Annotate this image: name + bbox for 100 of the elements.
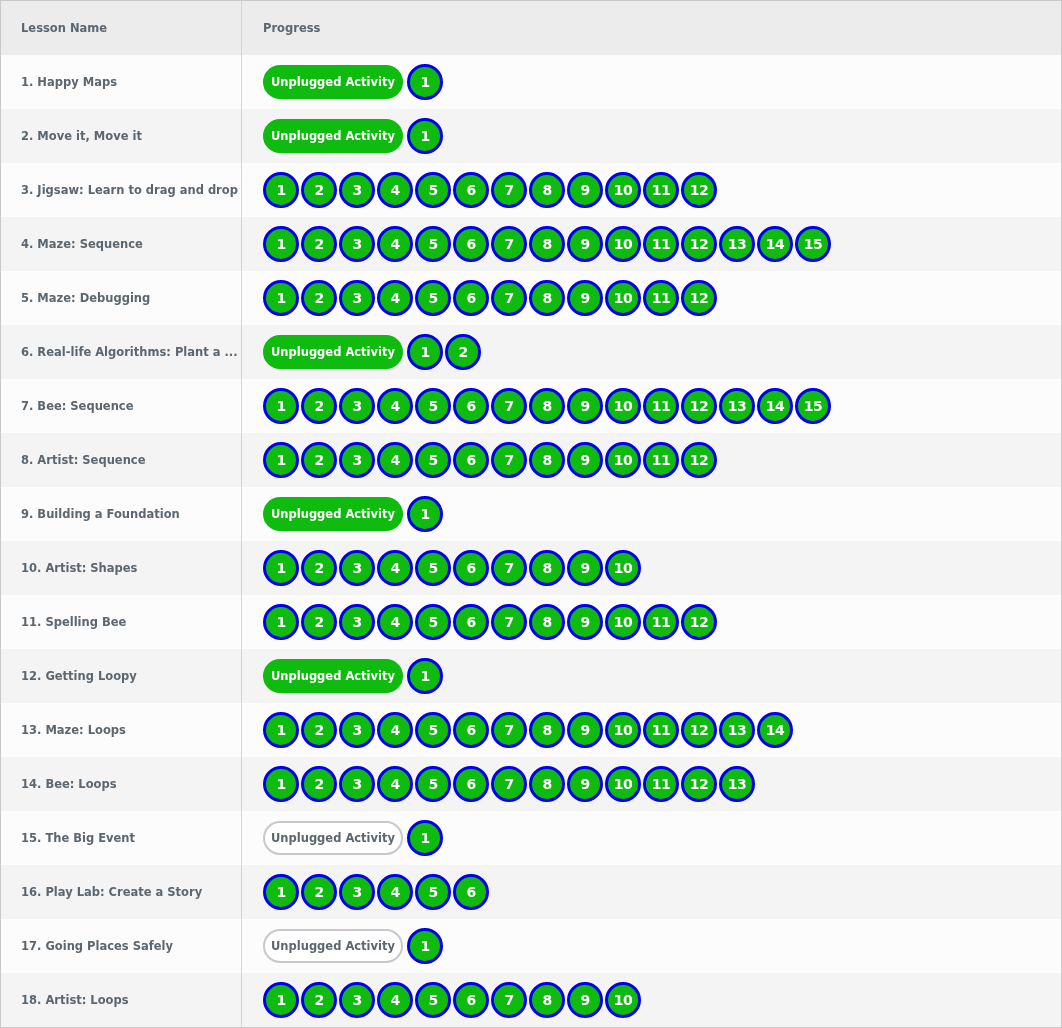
level-bubble[interactable]: 6 [453,172,489,208]
level-bubble[interactable]: 8 [529,388,565,424]
level-bubble[interactable]: 12 [681,172,717,208]
level-bubble[interactable]: 4 [377,766,413,802]
level-bubble[interactable]: 4 [377,280,413,316]
level-bubble[interactable]: 6 [453,388,489,424]
level-bubble[interactable]: 12 [681,388,717,424]
level-bubble[interactable]: 13 [719,712,755,748]
level-bubble[interactable]: 2 [301,712,337,748]
level-bubble[interactable]: 1 [263,280,299,316]
level-bubble[interactable]: 2 [301,550,337,586]
level-bubble[interactable]: 1 [407,496,443,532]
level-bubble[interactable]: 1 [263,982,299,1018]
level-bubble[interactable]: 5 [415,874,451,910]
level-bubble[interactable]: 4 [377,388,413,424]
level-bubble[interactable]: 10 [605,982,641,1018]
level-bubble[interactable]: 11 [643,442,679,478]
level-bubble[interactable]: 7 [491,766,527,802]
level-bubble[interactable]: 7 [491,550,527,586]
level-bubble[interactable]: 8 [529,766,565,802]
level-bubble[interactable]: 11 [643,280,679,316]
level-bubble[interactable]: 4 [377,712,413,748]
level-bubble[interactable]: 10 [605,280,641,316]
level-bubble[interactable]: 2 [301,766,337,802]
level-bubble[interactable]: 8 [529,172,565,208]
level-bubble[interactable]: 12 [681,442,717,478]
level-bubble[interactable]: 10 [605,766,641,802]
level-bubble[interactable]: 14 [757,226,793,262]
level-bubble[interactable]: 13 [719,388,755,424]
level-bubble[interactable]: 7 [491,982,527,1018]
level-bubble[interactable]: 5 [415,550,451,586]
level-bubble[interactable]: 4 [377,550,413,586]
level-bubble[interactable]: 9 [567,226,603,262]
level-bubble[interactable]: 1 [263,172,299,208]
level-bubble[interactable]: 4 [377,442,413,478]
level-bubble[interactable]: 10 [605,712,641,748]
level-bubble[interactable]: 3 [339,874,375,910]
level-bubble[interactable]: 9 [567,982,603,1018]
level-bubble[interactable]: 7 [491,604,527,640]
level-bubble[interactable]: 1 [407,820,443,856]
level-bubble[interactable]: 8 [529,604,565,640]
level-bubble[interactable]: 3 [339,766,375,802]
level-bubble[interactable]: 5 [415,280,451,316]
level-bubble[interactable]: 6 [453,280,489,316]
level-bubble[interactable]: 6 [453,766,489,802]
level-bubble[interactable]: 8 [529,442,565,478]
level-bubble[interactable]: 6 [453,712,489,748]
level-bubble[interactable]: 2 [445,334,481,370]
level-bubble[interactable]: 6 [453,550,489,586]
level-bubble[interactable]: 11 [643,766,679,802]
level-bubble[interactable]: 6 [453,604,489,640]
level-bubble[interactable]: 3 [339,280,375,316]
level-bubble[interactable]: 9 [567,766,603,802]
level-bubble[interactable]: 4 [377,604,413,640]
level-bubble[interactable]: 14 [757,388,793,424]
level-bubble[interactable]: 4 [377,226,413,262]
level-bubble[interactable]: 2 [301,226,337,262]
level-bubble[interactable]: 1 [407,334,443,370]
level-bubble[interactable]: 2 [301,982,337,1018]
level-bubble[interactable]: 12 [681,226,717,262]
level-bubble[interactable]: 6 [453,982,489,1018]
level-bubble[interactable]: 8 [529,226,565,262]
level-bubble[interactable]: 7 [491,226,527,262]
level-bubble[interactable]: 1 [263,226,299,262]
level-bubble[interactable]: 8 [529,712,565,748]
level-bubble[interactable]: 7 [491,712,527,748]
level-bubble[interactable]: 5 [415,766,451,802]
level-bubble[interactable]: 10 [605,226,641,262]
unplugged-activity-badge[interactable]: Unplugged Activity [263,497,403,531]
level-bubble[interactable]: 4 [377,874,413,910]
level-bubble[interactable]: 10 [605,442,641,478]
level-bubble[interactable]: 12 [681,766,717,802]
level-bubble[interactable]: 1 [263,388,299,424]
level-bubble[interactable]: 7 [491,280,527,316]
level-bubble[interactable]: 7 [491,442,527,478]
level-bubble[interactable]: 12 [681,280,717,316]
level-bubble[interactable]: 3 [339,172,375,208]
level-bubble[interactable]: 5 [415,172,451,208]
level-bubble[interactable]: 2 [301,604,337,640]
level-bubble[interactable]: 9 [567,442,603,478]
level-bubble[interactable]: 4 [377,172,413,208]
unplugged-activity-badge[interactable]: Unplugged Activity [263,119,403,153]
level-bubble[interactable]: 11 [643,226,679,262]
level-bubble[interactable]: 3 [339,226,375,262]
level-bubble[interactable]: 8 [529,280,565,316]
level-bubble[interactable]: 1 [407,928,443,964]
level-bubble[interactable]: 5 [415,604,451,640]
level-bubble[interactable]: 3 [339,388,375,424]
level-bubble[interactable]: 13 [719,226,755,262]
level-bubble[interactable]: 4 [377,982,413,1018]
level-bubble[interactable]: 8 [529,550,565,586]
level-bubble[interactable]: 9 [567,172,603,208]
level-bubble[interactable]: 15 [795,226,831,262]
level-bubble[interactable]: 2 [301,280,337,316]
level-bubble[interactable]: 5 [415,442,451,478]
level-bubble[interactable]: 11 [643,712,679,748]
level-bubble[interactable]: 13 [719,766,755,802]
level-bubble[interactable]: 12 [681,604,717,640]
level-bubble[interactable]: 2 [301,874,337,910]
level-bubble[interactable]: 1 [407,658,443,694]
